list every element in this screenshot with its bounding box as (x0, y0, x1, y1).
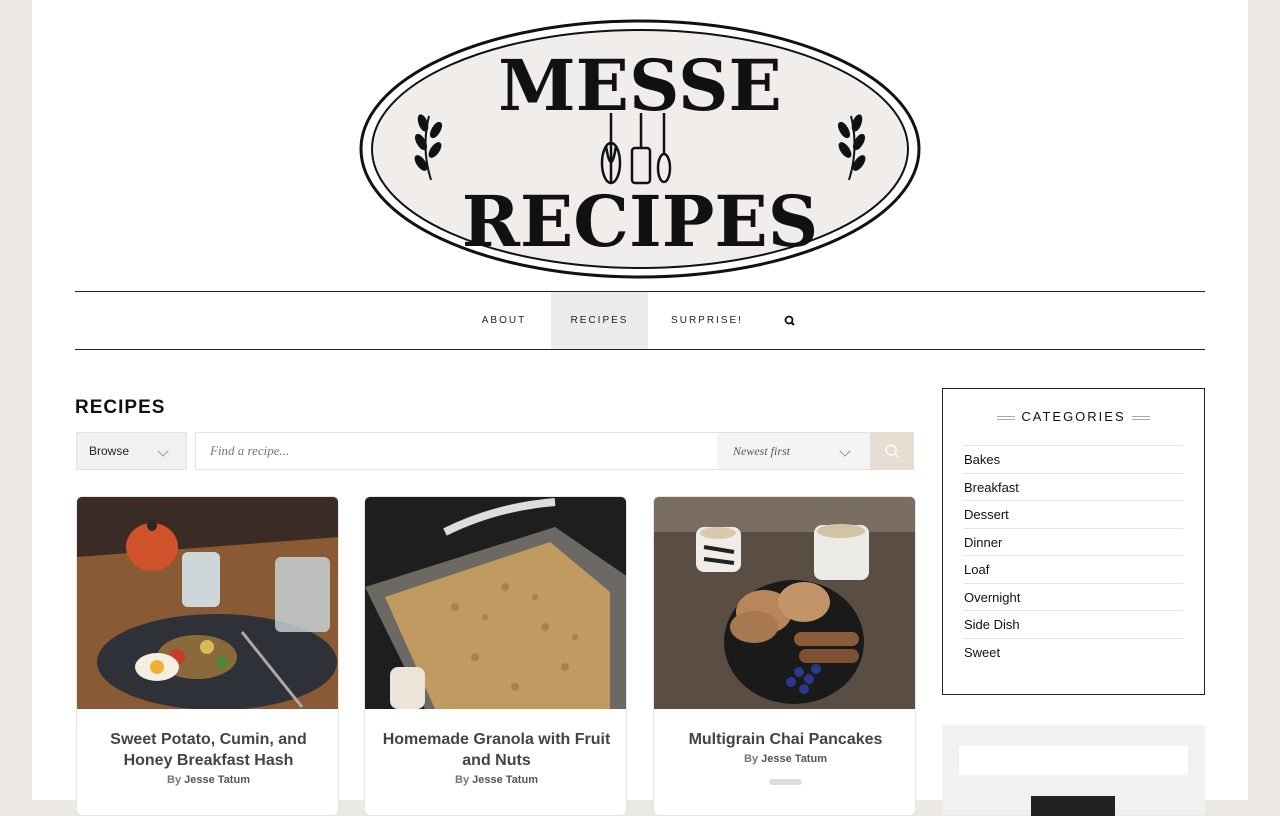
recipe-image[interactable] (77, 497, 339, 709)
page-title: RECIPES (75, 397, 166, 418)
search-icon (885, 444, 899, 458)
author-name[interactable]: Jesse Tatum (184, 774, 250, 786)
recipe-card[interactable]: Homemade Granola with Fruit and Nuts By … (364, 496, 627, 816)
chevron-down-icon (157, 445, 169, 457)
title-rule (1131, 415, 1150, 420)
rating-placeholder (769, 779, 802, 785)
categories-title: CATEGORIES (943, 409, 1204, 424)
chevron-down-icon (839, 445, 851, 457)
recipe-card[interactable]: Multigrain Chai Pancakes By Jesse Tatum (653, 496, 916, 816)
search-button[interactable] (870, 432, 914, 470)
subscribe-button[interactable] (1031, 796, 1115, 816)
by-label: By (167, 774, 182, 786)
category-loaf[interactable]: Loaf (963, 555, 1183, 583)
category-dessert[interactable]: Dessert (963, 500, 1183, 528)
site-logo[interactable]: MESSE RECIPES (359, 18, 921, 280)
by-label: By (744, 753, 759, 765)
nav-recipes[interactable]: RECIPES (551, 292, 648, 349)
recipe-title[interactable]: Multigrain Chai Pancakes (670, 729, 901, 750)
page: MESSE RECIPES ABOUT RECIPES SURPRISE! RE… (32, 0, 1248, 816)
title-rule (997, 415, 1016, 420)
recipe-image[interactable] (654, 497, 916, 709)
by-label: By (455, 774, 470, 786)
author-name[interactable]: Jesse Tatum (761, 753, 827, 765)
category-side-dish[interactable]: Side Dish (963, 610, 1183, 638)
author-name[interactable]: Jesse Tatum (472, 774, 538, 786)
recipe-search-input[interactable] (195, 432, 717, 470)
category-overnight[interactable]: Overnight (963, 582, 1183, 611)
logo-bottom-text: RECIPES (462, 180, 819, 263)
nav-about[interactable]: ABOUT (468, 292, 540, 349)
category-bakes[interactable]: Bakes (963, 445, 1183, 473)
sort-label: Newest first (733, 444, 791, 458)
category-sweet[interactable]: Sweet (963, 637, 1183, 666)
recipe-author: By Jesse Tatum (654, 753, 915, 765)
category-breakfast[interactable]: Breakfast (963, 472, 1183, 501)
browse-dropdown[interactable]: Browse (76, 432, 187, 470)
recipe-image[interactable] (365, 497, 627, 709)
recipe-filter-bar: Browse Newest first (76, 432, 914, 470)
sidebar-subscribe-widget (942, 725, 1205, 816)
category-dinner[interactable]: Dinner (963, 527, 1183, 556)
categories-list: Bakes Breakfast Dessert Dinner Loaf Over… (963, 445, 1183, 665)
browse-label: Browse (89, 444, 130, 458)
categories-title-text: CATEGORIES (1021, 409, 1126, 424)
nav-surprise[interactable]: SURPRISE! (663, 292, 751, 349)
main-nav: ABOUT RECIPES SURPRISE! (75, 291, 1205, 350)
recipe-title[interactable]: Sweet Potato, Cumin, and Honey Breakfast… (93, 729, 324, 771)
recipe-title[interactable]: Homemade Granola with Fruit and Nuts (381, 729, 612, 771)
categories-widget: CATEGORIES Bakes Breakfast Dessert Dinne… (942, 388, 1205, 695)
recipe-author: By Jesse Tatum (77, 774, 338, 786)
recipe-card[interactable]: Sweet Potato, Cumin, and Honey Breakfast… (76, 496, 339, 816)
search-icon[interactable] (783, 314, 797, 328)
recipe-author: By Jesse Tatum (365, 774, 626, 786)
subscribe-input[interactable] (959, 746, 1188, 775)
sort-dropdown[interactable]: Newest first (717, 432, 870, 470)
